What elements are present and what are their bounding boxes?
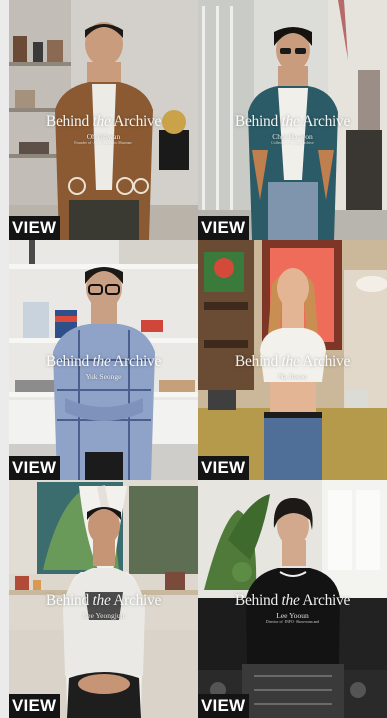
person-name: Yuk Seonge (85, 372, 122, 382)
person-caption: Lee Yeongjun (9, 612, 198, 620)
person-description: Collector of vintage archive (271, 141, 314, 146)
person-description: Director of ·INFO· Showroom and (265, 620, 320, 625)
series-title: Behind the Archive (234, 112, 351, 130)
series-title: Behind the Archive (234, 352, 351, 370)
view-button[interactable]: VIEW (198, 456, 250, 480)
person-name: Oh Inhwan (86, 132, 121, 142)
series-title: Behind the Archive (45, 352, 162, 370)
view-button[interactable]: VIEW (198, 216, 250, 240)
person-name: Choi Ha-won (272, 132, 313, 142)
view-button[interactable]: VIEW (9, 456, 61, 480)
person-name: Lee Yooun (276, 611, 309, 621)
archive-card-5[interactable]: Behind the Archive Lee Yeongjun VIEW (9, 480, 198, 718)
series-title: Behind the Archive (234, 591, 351, 609)
archive-card-1[interactable]: Behind the Archive Oh Inhwan Founder of ·… (9, 0, 198, 240)
person-name: Na Jiwoo (278, 372, 307, 382)
person-caption: Yuk Seonge (9, 373, 198, 381)
person-caption: Choi Ha-won Collector of vintage archive (198, 133, 387, 146)
archive-card-2[interactable]: Behind the Archive Choi Ha-won Collector … (198, 0, 387, 240)
series-title: Behind the Archive (45, 112, 162, 130)
view-button[interactable]: VIEW (198, 694, 250, 718)
person-caption: Lee Yooun Director of ·INFO· Showroom and (198, 612, 387, 625)
person-description: Founder of ·Art in Aesthetic Museum· (74, 141, 133, 146)
view-button[interactable]: VIEW (9, 216, 61, 240)
person-caption: Oh Inhwan Founder of ·Art in Aesthetic Mu… (9, 133, 198, 146)
view-button[interactable]: VIEW (9, 694, 61, 718)
archive-card-6[interactable]: Behind the Archive Lee Yooun Director of … (198, 480, 387, 718)
archive-card-4[interactable]: Behind the Archive Na Jiwoo VIEW (198, 240, 387, 480)
person-name: Lee Yeongjun (82, 611, 125, 621)
archive-card-3[interactable]: Behind the Archive Yuk Seonge VIEW (9, 240, 198, 480)
person-caption: Na Jiwoo (198, 373, 387, 381)
series-title: Behind the Archive (45, 591, 162, 609)
archive-grid: Behind the Archive Oh Inhwan Founder of ·… (9, 0, 387, 718)
